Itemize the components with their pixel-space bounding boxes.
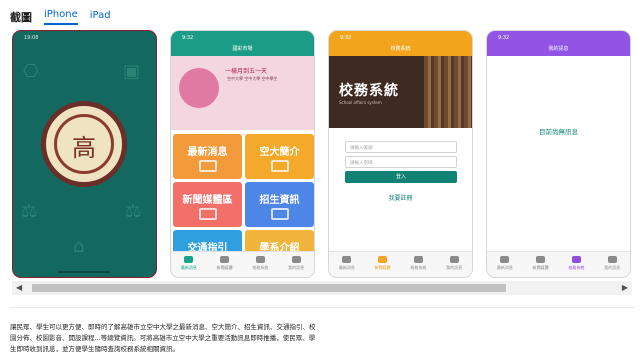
film-icon: ▣: [123, 61, 141, 82]
news-icon: [199, 160, 217, 172]
description-line: 生即時收到訊息，並方便學生隨時查詢校務系統相關資訊。: [10, 345, 179, 353]
tab-latest[interactable]: 最新消息: [171, 252, 207, 277]
scroll-right-icon[interactable]: ▶: [622, 283, 628, 292]
screenshots-header: 截圖 iPhone iPad: [10, 9, 111, 25]
school-icon: [255, 256, 265, 263]
app-description: 讓民眾、學生可以更方便、即時的了解高雄市立空中大學之最新消息、空大簡介、招生資訊…: [10, 322, 460, 355]
tab-bar: 最新消息 新聞媒體 校務系統 我的訊息: [329, 251, 472, 277]
tab-school-system[interactable]: 校務系統: [559, 252, 595, 277]
tab-bar: 最新消息 新聞媒體 校務系統 我的訊息: [487, 251, 630, 277]
tab-bar: 最新消息 新聞媒體 校務系統 我的訊息: [171, 251, 314, 277]
login-button[interactable]: 登入: [345, 171, 457, 183]
screenshot-messages[interactable]: 9:32 我的訊息 目前尚無訊息 最新消息 新聞媒體 校務系統 我的訊息: [486, 30, 631, 278]
video-icon: [413, 256, 423, 263]
screenshot-home[interactable]: 9:32 國彩市場 一樣月到五一天 空中大學 空中大學 空中學生 最新消息 空大…: [170, 30, 315, 278]
empty-message: 目前尚無訊息: [539, 128, 578, 136]
nav-title: 校務系統: [390, 46, 411, 52]
description-line: 園分佈、校園影音、開設課程...等總覽資訊。可將高雄市立空中大學之重要活動訊息即…: [10, 334, 316, 342]
info-icon: [271, 160, 289, 172]
mail-icon: [291, 256, 301, 263]
section-title: 截圖: [10, 11, 32, 24]
mail-icon: [607, 256, 617, 263]
tab-latest[interactable]: 最新消息: [329, 252, 365, 277]
divider: [10, 307, 634, 308]
hero-banner: 校務系統 School affairs system: [329, 56, 472, 128]
mail-icon: [449, 256, 459, 263]
promo-banner: 一樣月到五一天 空中大學 空中大學 空中學生: [171, 56, 314, 130]
tab-my-messages[interactable]: 我的訊息: [594, 252, 630, 277]
scroll-thumb[interactable]: [32, 284, 506, 292]
status-time: 9:32: [182, 35, 194, 41]
banner-title: 一樣月到五一天: [225, 68, 268, 75]
bookmark-icon: [271, 208, 289, 220]
university-emblem: 高: [41, 101, 127, 187]
tab-my-messages[interactable]: 我的訊息: [436, 252, 472, 277]
video-icon: [536, 256, 546, 263]
screenshot-login[interactable]: 9:32 校務系統 校務系統 School affairs system 請輸入…: [328, 30, 473, 278]
hero-title: 校務系統: [339, 83, 399, 99]
tab-school-system[interactable]: 校務系統: [243, 252, 279, 277]
home-icon: [342, 256, 352, 263]
tab-school-system[interactable]: 新聞媒體: [365, 252, 401, 277]
horizontal-scrollbar[interactable]: ◀ ▶: [12, 281, 632, 295]
video-icon: [220, 256, 230, 263]
tab-my-messages[interactable]: 我的訊息: [278, 252, 314, 277]
scale-icon: ⚖: [125, 201, 142, 222]
paper-plane-icon: [199, 208, 217, 220]
home-icon: [500, 256, 510, 263]
tab-iphone[interactable]: iPhone: [44, 9, 78, 25]
hero-subtitle: School affairs system: [339, 100, 382, 105]
scale-icon: ⚖: [21, 201, 38, 222]
password-field[interactable]: 請輸入密碼: [345, 156, 457, 168]
nav-title: 國彩市場: [232, 46, 253, 52]
status-time: 19:08: [24, 35, 39, 41]
nav-title: 我的訊息: [548, 46, 569, 52]
tab-media[interactable]: 新聞媒體: [523, 252, 559, 277]
status-time: 9:32: [498, 35, 510, 41]
scroll-left-icon[interactable]: ◀: [16, 283, 22, 292]
building-icon: ⌂: [73, 236, 85, 257]
description-line: 讓民眾、學生可以更方便、即時的了解高雄市立空中大學之最新消息、空大簡介、招生資訊…: [10, 323, 316, 331]
tile-media[interactable]: 新聞媒體區: [173, 182, 242, 227]
register-link[interactable]: 我要註冊: [329, 193, 472, 202]
school-icon: [378, 256, 388, 263]
tab-ipad[interactable]: iPad: [90, 10, 111, 24]
screenshot-splash[interactable]: 19:08 ⎔ ▣ ⚖ ⚖ ⌂ 高: [12, 30, 157, 278]
tab-media[interactable]: 校務系統: [401, 252, 437, 277]
tile-intro[interactable]: 空大簡介: [245, 134, 314, 179]
home-icon: [184, 256, 194, 263]
home-indicator: [58, 271, 110, 273]
tile-latest-news[interactable]: 最新消息: [173, 134, 242, 179]
school-icon: [571, 256, 581, 263]
status-time: 9:32: [340, 35, 352, 41]
tile-admissions[interactable]: 招生資訊: [245, 182, 314, 227]
tab-media[interactable]: 新聞媒體: [207, 252, 243, 277]
account-field[interactable]: 請輸入帳號: [345, 141, 457, 153]
tab-latest[interactable]: 最新消息: [487, 252, 523, 277]
banner-subtitle: 空中大學 空中大學 空中學生: [227, 76, 278, 81]
camera-icon: ⎔: [23, 61, 39, 82]
